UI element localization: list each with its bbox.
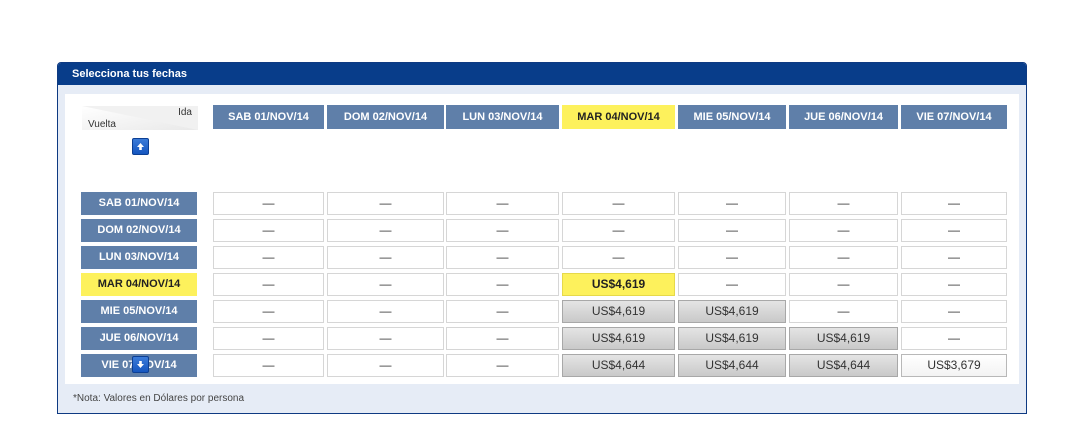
- fare-empty-cell: —: [327, 192, 444, 215]
- column-header-ida[interactable]: SAB 01/NOV/14: [213, 105, 324, 129]
- fare-price-cell[interactable]: US$4,619: [562, 327, 675, 350]
- fare-empty-cell: —: [213, 246, 324, 269]
- fare-empty-cell: —: [562, 192, 675, 215]
- fare-empty-cell: —: [327, 219, 444, 242]
- fare-price-cell[interactable]: US$4,644: [562, 354, 675, 377]
- column-header-ida[interactable]: MAR 04/NOV/14: [562, 105, 675, 129]
- fare-empty-cell: —: [327, 246, 444, 269]
- price-note: *Nota: Valores en Dólares por persona: [73, 393, 245, 404]
- fare-empty-cell: —: [446, 300, 559, 323]
- fare-empty-cell: —: [901, 300, 1007, 323]
- arrow-down-icon: [137, 361, 144, 368]
- fare-empty-cell: —: [901, 327, 1007, 350]
- scroll-down-button[interactable]: [132, 356, 149, 373]
- column-header-ida[interactable]: MIE 05/NOV/14: [678, 105, 786, 129]
- vuelta-label: Vuelta: [88, 119, 116, 130]
- scroll-up-button[interactable]: [132, 138, 149, 155]
- fare-empty-cell: —: [446, 219, 559, 242]
- row-header-vuelta[interactable]: JUE 06/NOV/14: [81, 327, 197, 350]
- fare-empty-cell: —: [678, 219, 786, 242]
- fare-empty-cell: —: [901, 273, 1007, 296]
- fare-price-cell[interactable]: US$4,644: [789, 354, 898, 377]
- panel-title: Selecciona tus fechas: [58, 63, 1026, 85]
- fare-grid: Ida Vuelta SAB 01/NOV/14 DOM 02/NOV/14 LUN…: [65, 94, 1019, 384]
- row-header-vuelta[interactable]: LUN 03/NOV/14: [81, 246, 197, 269]
- row-header-vuelta[interactable]: MIE 05/NOV/14: [81, 300, 197, 323]
- fare-empty-cell: —: [789, 192, 898, 215]
- fare-price-cell[interactable]: US$4,619: [789, 327, 898, 350]
- fare-empty-cell: —: [446, 354, 559, 377]
- fare-empty-cell: —: [678, 192, 786, 215]
- fare-empty-cell: —: [327, 273, 444, 296]
- row-header-vuelta[interactable]: MAR 04/NOV/14: [81, 273, 197, 296]
- fare-empty-cell: —: [789, 246, 898, 269]
- fare-empty-cell: —: [901, 219, 1007, 242]
- date-selection-panel: Selecciona tus fechas Ida Vuelta SAB 01/…: [57, 62, 1027, 414]
- fare-price-cell[interactable]: US$3,679: [901, 354, 1007, 377]
- fare-price-cell[interactable]: US$4,619: [562, 273, 675, 296]
- fare-empty-cell: —: [213, 327, 324, 350]
- fare-empty-cell: —: [446, 327, 559, 350]
- fare-empty-cell: —: [446, 192, 559, 215]
- fare-empty-cell: —: [446, 273, 559, 296]
- fare-empty-cell: —: [789, 273, 898, 296]
- fare-empty-cell: —: [213, 192, 324, 215]
- fare-empty-cell: —: [213, 273, 324, 296]
- fare-empty-cell: —: [901, 246, 1007, 269]
- fare-empty-cell: —: [213, 300, 324, 323]
- fare-price-cell[interactable]: US$4,619: [678, 300, 786, 323]
- column-header-ida[interactable]: JUE 06/NOV/14: [789, 105, 898, 129]
- arrow-up-icon: [137, 143, 144, 150]
- fare-empty-cell: —: [213, 354, 324, 377]
- fare-price-cell[interactable]: US$4,644: [678, 354, 786, 377]
- fare-empty-cell: —: [678, 273, 786, 296]
- fare-empty-cell: —: [327, 300, 444, 323]
- fare-price-cell[interactable]: US$4,619: [678, 327, 786, 350]
- column-header-ida[interactable]: LUN 03/NOV/14: [446, 105, 559, 129]
- fare-empty-cell: —: [213, 219, 324, 242]
- column-header-ida[interactable]: VIE 07/NOV/14: [901, 105, 1007, 129]
- fare-empty-cell: —: [789, 219, 898, 242]
- fare-empty-cell: —: [446, 246, 559, 269]
- row-header-vuelta[interactable]: SAB 01/NOV/14: [81, 192, 197, 215]
- fare-empty-cell: —: [562, 246, 675, 269]
- grid-corner-label: Ida Vuelta: [82, 106, 198, 130]
- fare-empty-cell: —: [678, 246, 786, 269]
- fare-empty-cell: —: [327, 327, 444, 350]
- fare-empty-cell: —: [901, 192, 1007, 215]
- row-header-vuelta[interactable]: DOM 02/NOV/14: [81, 219, 197, 242]
- fare-empty-cell: —: [789, 300, 898, 323]
- fare-empty-cell: —: [562, 219, 675, 242]
- fare-empty-cell: —: [327, 354, 444, 377]
- column-header-ida[interactable]: DOM 02/NOV/14: [327, 105, 444, 129]
- ida-label: Ida: [178, 107, 192, 118]
- fare-price-cell[interactable]: US$4,619: [562, 300, 675, 323]
